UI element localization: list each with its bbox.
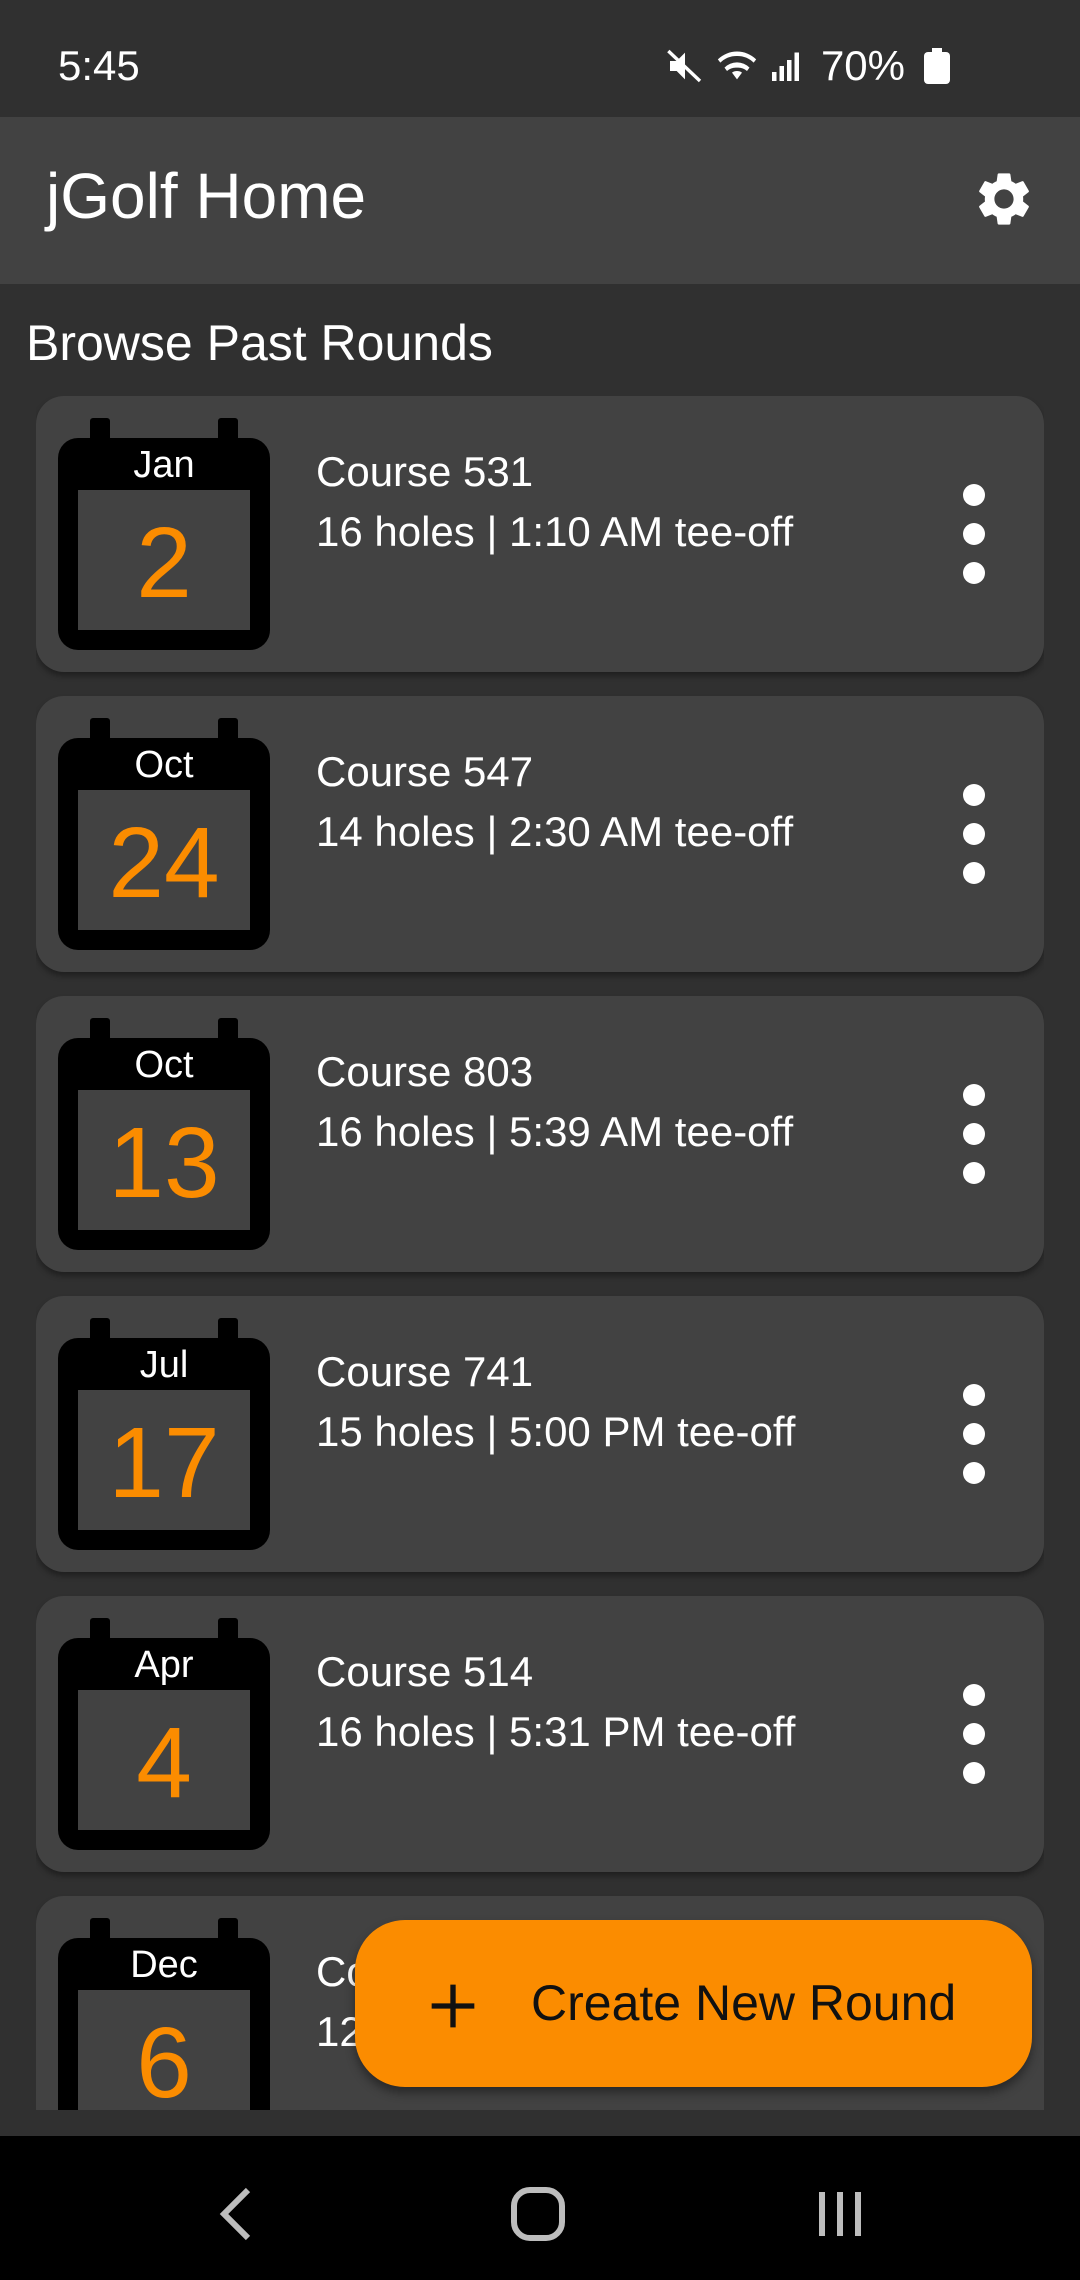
round-details: 16 holes | 1:10 AM tee-off	[316, 508, 794, 555]
round-card[interactable]: Jan 2 Course 531 16 holes | 1:10 AM tee-…	[36, 396, 1044, 672]
round-course: Course 803	[316, 1048, 534, 1095]
calendar-icon: Apr 4	[58, 1618, 270, 1850]
round-month: Oct	[134, 744, 194, 786]
round-card[interactable]: Apr 4 Course 514 16 holes | 5:31 PM tee-…	[36, 1596, 1044, 1872]
create-new-round-button[interactable]: Create New Round	[355, 1920, 1032, 2087]
rounds-list[interactable]: Jan 2 Course 531 16 holes | 1:10 AM tee-…	[36, 396, 1044, 2110]
more-options-button[interactable]	[944, 784, 1004, 884]
round-card[interactable]: Jul 17 Course 741 15 holes | 5:00 PM tee…	[36, 1296, 1044, 1572]
calendar-icon: Oct 13	[58, 1018, 270, 1250]
more-options-button[interactable]	[944, 1084, 1004, 1184]
battery-icon	[924, 48, 950, 84]
round-day: 13	[108, 1107, 220, 1219]
round-day: 24	[108, 807, 220, 919]
calendar-icon: Oct 24	[58, 718, 270, 950]
round-course: Course 741	[316, 1348, 534, 1395]
gear-icon	[972, 167, 1036, 236]
app-title: jGolf Home	[46, 160, 367, 232]
battery-percentage: 70%	[820, 42, 905, 89]
create-new-round-label: Create New Round	[531, 1975, 957, 2031]
round-month: Dec	[130, 1944, 198, 1986]
settings-button[interactable]	[964, 161, 1044, 241]
more-options-button[interactable]	[944, 484, 1004, 584]
round-day: 6	[136, 2007, 192, 2110]
plus-icon	[421, 1974, 485, 2043]
round-month: Jan	[133, 444, 195, 486]
round-details: 16 holes | 5:39 AM tee-off	[316, 1108, 794, 1155]
status-bar: 5:45 70%	[0, 0, 1080, 117]
round-card[interactable]: Oct 24 Course 547 14 holes | 2:30 AM tee…	[36, 696, 1044, 972]
mute-icon	[665, 46, 705, 86]
section-title: Browse Past Rounds	[26, 315, 493, 371]
calendar-icon: Dec 6	[58, 1918, 270, 2110]
calendar-icon: Jul 17	[58, 1318, 270, 1550]
round-month: Oct	[134, 1044, 194, 1086]
home-button[interactable]	[498, 2176, 578, 2256]
round-month: Apr	[134, 1644, 194, 1686]
navigation-bar	[0, 2136, 1080, 2280]
recents-icon	[814, 2188, 866, 2245]
calendar-icon: Jan 2	[58, 418, 270, 650]
back-button[interactable]	[196, 2176, 276, 2256]
back-icon	[216, 2184, 256, 2249]
recents-button[interactable]	[800, 2176, 880, 2256]
round-day: 17	[108, 1407, 220, 1519]
round-details: 14 holes | 2:30 AM tee-off	[316, 808, 794, 855]
home-icon	[510, 2186, 566, 2247]
more-options-button[interactable]	[944, 1384, 1004, 1484]
round-details: 16 holes | 5:31 PM tee-off	[316, 1708, 796, 1755]
status-time: 5:45	[58, 42, 140, 89]
round-day: 4	[136, 1707, 192, 1819]
round-course: Course 514	[316, 1648, 534, 1695]
app-bar: jGolf Home	[0, 117, 1080, 284]
round-details: 15 holes | 5:00 PM tee-off	[316, 1408, 796, 1455]
round-card[interactable]: Oct 13 Course 803 16 holes | 5:39 AM tee…	[36, 996, 1044, 1272]
more-options-button[interactable]	[944, 1684, 1004, 1784]
wifi-icon	[715, 46, 759, 86]
round-month: Jul	[139, 1344, 189, 1386]
round-course: Course 547	[316, 748, 534, 795]
round-day: 2	[136, 507, 192, 619]
round-course: Course 531	[316, 448, 534, 495]
signal-icon	[769, 46, 805, 86]
status-icons: 70%	[665, 42, 950, 90]
